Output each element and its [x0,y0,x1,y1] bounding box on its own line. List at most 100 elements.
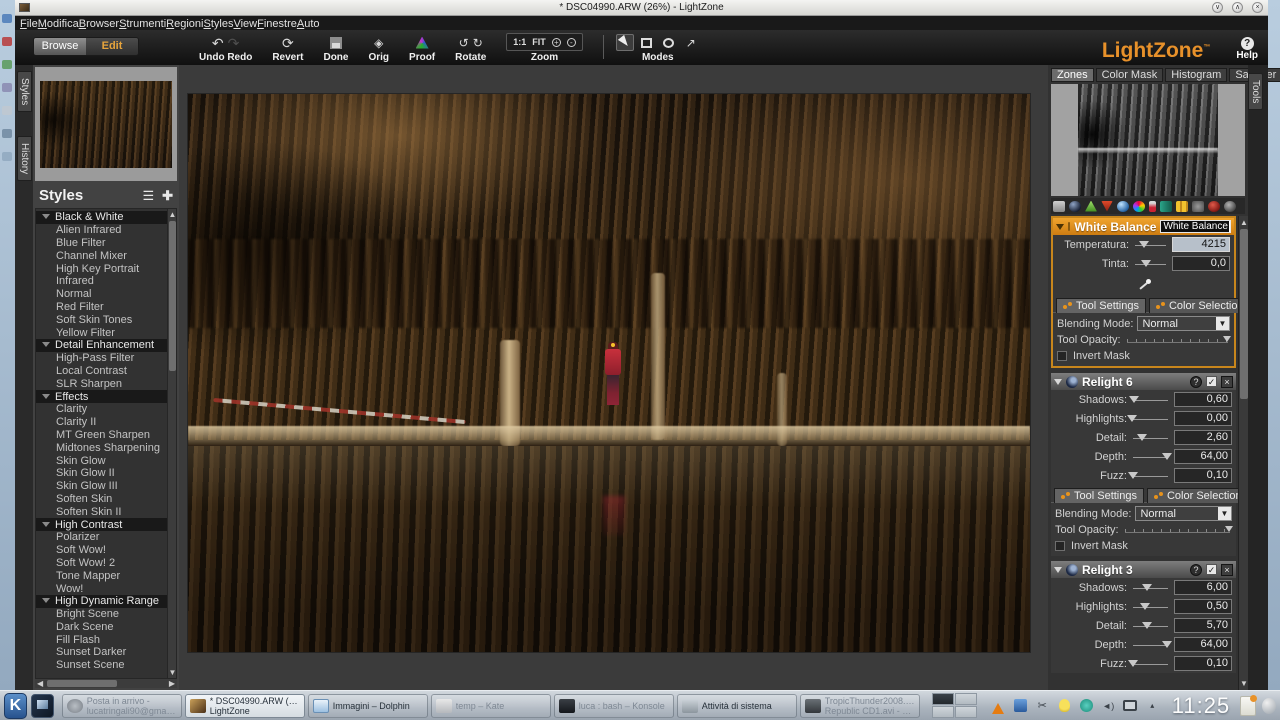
rotate-right-icon[interactable]: ↻ [473,36,483,50]
clock[interactable]: 11:25 [1172,693,1230,719]
color-balance-tool-icon[interactable] [1133,201,1145,212]
undo-icon[interactable]: ↶ [212,36,224,50]
color-selection-tab[interactable]: Color Selection [1147,488,1238,503]
task-lightzone[interactable]: * DSC04990.ARW (26%) - LightZone [185,694,305,718]
scroll-up-icon[interactable]: ▲ [1239,218,1248,227]
tool-enabled-checkbox[interactable]: ✓ [1206,564,1217,575]
highlights-value[interactable]: 0,50 [1174,599,1232,614]
relight6-header[interactable]: Relight 6 ? ✓ × [1051,373,1236,390]
style-row[interactable]: Soft Wow! [36,544,167,557]
style-row[interactable]: Skin Glow II [36,467,167,480]
red-eye-tool-icon[interactable] [1208,201,1220,212]
tool-enabled-checkbox[interactable]: ✓ [1206,376,1217,387]
detail-slider[interactable] [1131,432,1170,444]
color-selection-tab[interactable]: Color Selection [1149,298,1238,313]
kickoff-menu-button[interactable]: K [4,693,27,719]
style-row[interactable]: Infrared [36,275,167,288]
white-balance-tool-icon[interactable] [1149,201,1156,212]
invert-mask-checkbox[interactable] [1055,541,1065,551]
white-balance-header[interactable]: White Balance White Balance [1053,218,1234,235]
alarm-tray-icon[interactable] [1057,698,1072,713]
style-row[interactable]: Tone Mapper [36,569,167,582]
desktop-icon[interactable] [2,83,12,92]
detail-value[interactable]: 5,70 [1174,618,1232,633]
tools-scrollbar[interactable]: ▲ ▼ [1238,216,1248,690]
maximize-button[interactable]: ∧ [1232,2,1243,13]
tool-settings-tab[interactable]: Tool Settings [1056,298,1146,313]
tint-slider[interactable] [1133,258,1168,270]
task-system-activity[interactable]: Attività di sistema [677,694,797,718]
device-notifier-tray-icon[interactable] [1013,698,1028,713]
detail-slider[interactable] [1131,620,1170,632]
blur-tool-icon[interactable] [1117,201,1129,212]
style-row[interactable]: Black & White [36,211,167,224]
style-row[interactable]: High Contrast [36,518,167,531]
pager-desktop-cell[interactable] [955,693,977,705]
scroll-down-icon[interactable]: ▼ [168,668,177,677]
task-dolphin[interactable]: Immagini – Dolphin [308,694,428,718]
minimize-button[interactable]: ∨ [1212,2,1223,13]
zone-preview[interactable] [1051,84,1245,196]
style-row[interactable]: Soften Skin [36,493,167,506]
style-list-view-icon[interactable]: ☰ [142,189,154,202]
style-row[interactable]: Yellow Filter [36,326,167,339]
zoom-1-1-button[interactable]: 1:1 [513,37,526,47]
notes-tray-icon[interactable] [1240,696,1256,716]
style-add-icon[interactable]: ✚ [162,189,173,202]
relight3-header[interactable]: Relight 3 ? ✓ × [1051,561,1236,578]
sharpen-tool-icon[interactable] [1085,201,1097,212]
tab-zones[interactable]: Zones [1051,68,1094,82]
style-row[interactable]: Skin Glow [36,454,167,467]
region-mode-button[interactable] [660,34,678,51]
help-button[interactable]: ? Help [1236,37,1258,61]
fuzz-slider[interactable] [1131,470,1170,482]
task-kate[interactable]: temp – Kate [431,694,551,718]
tool-rename-input[interactable]: White Balance [1160,220,1231,233]
edit-button[interactable]: Edit [86,38,138,55]
scroll-down-icon[interactable]: ▼ [1239,679,1248,688]
volume-tray-icon[interactable]: ◄) [1101,698,1116,713]
style-row[interactable]: Sunset Scene [36,659,167,672]
scroll-right-icon[interactable]: ▶ [169,679,175,688]
desktop-icon[interactable] [2,37,12,46]
style-row[interactable]: Soft Wow! 2 [36,557,167,570]
network-tray-icon[interactable] [1079,698,1094,713]
style-row[interactable]: Polarizer [36,531,167,544]
depth-slider[interactable] [1131,451,1170,463]
style-row[interactable]: High Dynamic Range [36,595,167,608]
style-row[interactable]: Skin Glow III [36,480,167,493]
zoom-in-icon[interactable]: + [552,38,561,47]
styles-vertical-tab[interactable]: Styles [17,71,32,112]
pager-desktop-cell[interactable] [932,693,954,705]
depth-value[interactable]: 64,00 [1174,449,1232,464]
spot-tool-icon[interactable] [1192,201,1204,212]
zoom-out-icon[interactable]: - [567,38,576,47]
desktop-icon[interactable] [2,14,12,23]
display-tray-icon[interactable] [1123,698,1138,713]
invert-mask-checkbox[interactable] [1057,351,1067,361]
klipper-tray-icon[interactable]: ✂ [1035,698,1050,713]
style-row[interactable]: Effects [36,390,167,403]
tool-opacity-slider[interactable] [1125,334,1230,346]
style-row[interactable]: Sunset Darker [36,646,167,659]
collapse-triangle-icon[interactable] [1054,379,1062,389]
title-bar[interactable]: * DSC04990.ARW (26%) - LightZone ∨∧× [15,0,1268,16]
black-white-tool-icon[interactable] [1160,201,1172,212]
history-vertical-tab[interactable]: History [17,136,32,181]
style-row[interactable]: Local Contrast [36,365,167,378]
style-row[interactable]: MT Green Sharpen [36,429,167,442]
tool-opacity-slider[interactable] [1123,524,1232,536]
hue-saturation-tool-icon[interactable] [1101,201,1113,212]
temperature-slider[interactable] [1133,239,1168,251]
shadows-value[interactable]: 0,60 [1174,392,1232,407]
tab-histogram[interactable]: Histogram [1165,68,1227,82]
desktop-icon[interactable] [2,60,12,69]
close-button[interactable]: × [1252,2,1263,13]
highlights-value[interactable]: 0,00 [1174,411,1232,426]
depth-slider[interactable] [1131,639,1170,651]
blending-mode-select[interactable]: Normal ▼ [1137,316,1230,331]
style-row[interactable]: SLR Sharpen [36,377,167,390]
style-row[interactable]: Soft Skin Tones [36,313,167,326]
tab-color-mask[interactable]: Color Mask [1096,68,1164,82]
temperature-value[interactable]: 4215 [1172,237,1230,252]
